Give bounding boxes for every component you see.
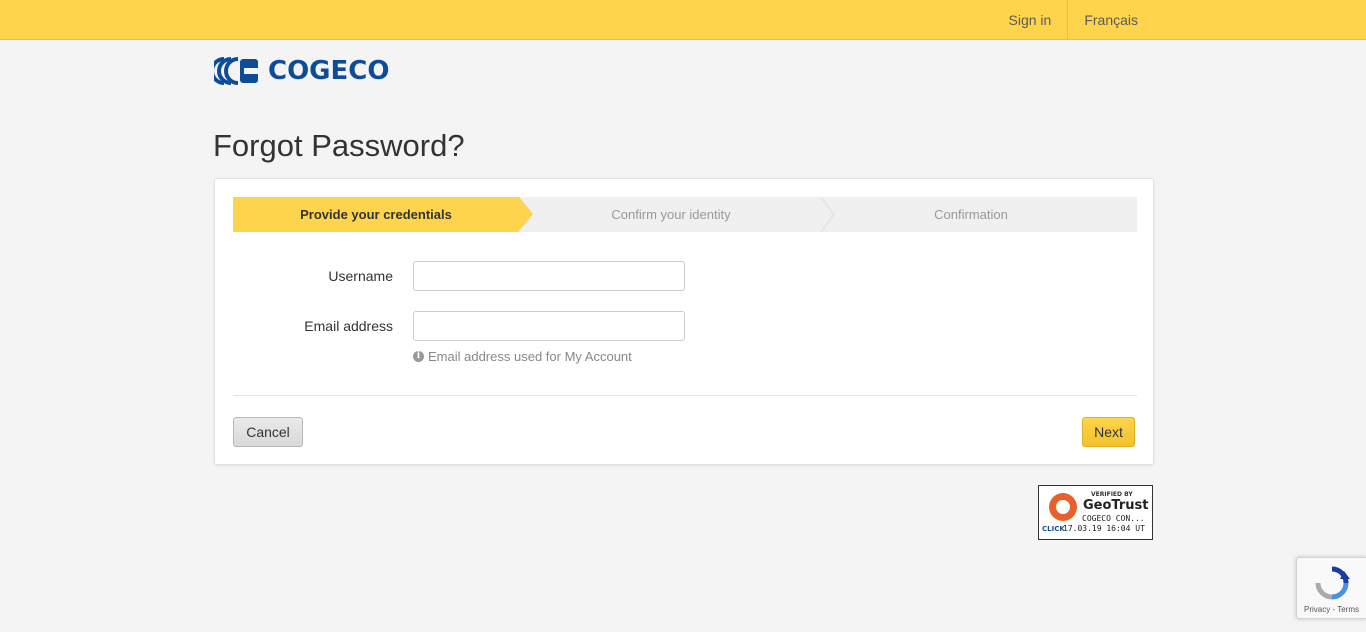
email-input[interactable]	[413, 311, 685, 341]
cogeco-logo-icon	[214, 57, 258, 85]
step-active-arrow	[519, 197, 533, 231]
info-icon: i	[413, 351, 424, 362]
username-label: Username	[328, 268, 393, 284]
language-link[interactable]: Français	[1067, 0, 1154, 40]
geotrust-company: COGECO CON...	[1082, 514, 1145, 523]
geotrust-brand: GeoTrust	[1083, 498, 1149, 513]
geotrust-verified-by: VERIFIED BY	[1091, 491, 1133, 498]
geotrust-click: CLICK	[1042, 525, 1065, 533]
next-button[interactable]: Next	[1082, 417, 1135, 447]
form-divider	[233, 395, 1137, 396]
top-links: Sign in Français	[993, 0, 1155, 40]
username-row: Username	[233, 261, 693, 291]
email-label: Email address	[304, 318, 393, 334]
step-confirmation: Confirmation	[934, 207, 1008, 222]
recaptcha-icon	[1315, 566, 1350, 600]
cogeco-logo[interactable]: COGECO	[214, 56, 389, 86]
email-row: Email address	[233, 311, 693, 341]
geotrust-timestamp: 17.03.19 16:04 UT	[1063, 524, 1145, 533]
recaptcha-links: Privacy - Terms	[1304, 605, 1359, 614]
cancel-button[interactable]: Cancel	[233, 417, 303, 447]
username-input[interactable]	[413, 261, 685, 291]
page-title: Forgot Password?	[213, 128, 465, 163]
recaptcha-badge[interactable]: Privacy - Terms	[1296, 557, 1366, 619]
recaptcha-privacy-link[interactable]: Privacy	[1304, 605, 1330, 614]
email-help-text: i Email address used for My Account	[413, 349, 632, 364]
recaptcha-terms-link[interactable]: Terms	[1337, 605, 1359, 614]
progress-steps: Provide your credentials Confirm your id…	[233, 197, 1137, 232]
step-confirm-identity: Confirm your identity	[611, 207, 731, 222]
geotrust-logo-icon	[1049, 493, 1077, 521]
top-bar: Sign in Français	[0, 0, 1366, 40]
sign-in-link[interactable]: Sign in	[993, 0, 1068, 40]
forgot-password-card: Provide your credentials Confirm your id…	[214, 178, 1154, 465]
logo-wordmark: COGECO	[268, 56, 390, 86]
email-help-label: Email address used for My Account	[428, 349, 632, 364]
step-provide-credentials: Provide your credentials	[233, 197, 519, 232]
geotrust-seal[interactable]: VERIFIED BY GeoTrust COGECO CON... CLICK…	[1038, 485, 1153, 540]
